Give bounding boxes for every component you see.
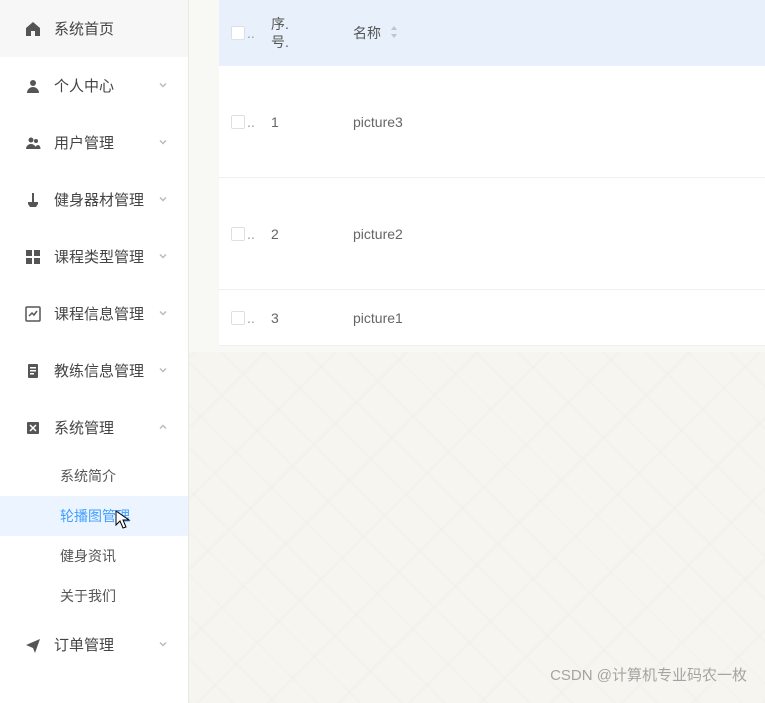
col-header-name[interactable]: 名称 bbox=[319, 23, 765, 43]
sidebar-item-label: 健身器材管理 bbox=[54, 189, 158, 210]
sidebar-item-equipment[interactable]: 健身器材管理 bbox=[0, 171, 188, 228]
submenu-item-carousel[interactable]: 轮播图管理 bbox=[0, 496, 188, 536]
col-header-seq[interactable]: 序. 号. bbox=[271, 15, 319, 51]
row-seq: 3 bbox=[271, 310, 319, 326]
sidebar-item-label: 系统管理 bbox=[54, 417, 158, 438]
chevron-down-icon bbox=[158, 251, 170, 263]
row-seq: 2 bbox=[271, 226, 319, 242]
sidebar-item-course-type[interactable]: 课程类型管理 bbox=[0, 228, 188, 285]
chevron-down-icon bbox=[158, 137, 170, 149]
submenu-item-news[interactable]: 健身资讯 bbox=[0, 536, 188, 576]
chevron-down-icon bbox=[158, 194, 170, 206]
sidebar-item-label: 订单管理 bbox=[54, 634, 158, 655]
main-content: .. 序. 号. 名称 .. 1 picture3 bbox=[189, 0, 765, 703]
row-name: picture1 bbox=[319, 310, 765, 326]
submenu-item-about[interactable]: 关于我们 bbox=[0, 576, 188, 616]
chevron-down-icon bbox=[158, 639, 170, 651]
grid-icon bbox=[24, 248, 42, 266]
table-header: .. 序. 号. 名称 bbox=[219, 0, 765, 66]
home-icon bbox=[24, 20, 42, 38]
person-icon bbox=[24, 77, 42, 95]
sidebar-item-label: 用户管理 bbox=[54, 132, 158, 153]
submenu-item-intro[interactable]: 系统简介 bbox=[0, 456, 188, 496]
sort-icon[interactable] bbox=[389, 26, 399, 38]
row-checkbox[interactable] bbox=[231, 227, 245, 241]
chevron-up-icon bbox=[158, 422, 170, 434]
table-row: .. 1 picture3 bbox=[219, 66, 765, 178]
background-texture bbox=[189, 352, 765, 703]
sidebar-item-orders[interactable]: 订单管理 bbox=[0, 616, 188, 673]
sidebar-item-course-info[interactable]: 课程信息管理 bbox=[0, 285, 188, 342]
sidebar-item-label: 教练信息管理 bbox=[54, 360, 158, 381]
sidebar-item-home[interactable]: 系统首页 bbox=[0, 0, 188, 57]
row-seq: 1 bbox=[271, 114, 319, 130]
sidebar-item-label: 课程信息管理 bbox=[54, 303, 158, 324]
sidebar-item-system[interactable]: 系统管理 bbox=[0, 399, 188, 456]
equipment-icon bbox=[24, 191, 42, 209]
table-row: .. 2 picture2 bbox=[219, 178, 765, 290]
checkbox-all[interactable] bbox=[231, 26, 245, 40]
sidebar-item-label: 个人中心 bbox=[54, 75, 158, 96]
sidebar-item-users[interactable]: 用户管理 bbox=[0, 114, 188, 171]
chart-icon bbox=[24, 305, 42, 323]
users-icon bbox=[24, 134, 42, 152]
sidebar-item-label: 课程类型管理 bbox=[54, 246, 158, 267]
row-name: picture3 bbox=[319, 114, 765, 130]
row-name: picture2 bbox=[319, 226, 765, 242]
chevron-down-icon bbox=[158, 365, 170, 377]
chevron-down-icon bbox=[158, 308, 170, 320]
submenu-system: 系统简介 轮播图管理 健身资讯 关于我们 bbox=[0, 456, 188, 616]
plane-icon bbox=[24, 636, 42, 654]
table-row: .. 3 picture1 bbox=[219, 290, 765, 346]
row-checkbox[interactable] bbox=[231, 311, 245, 325]
chevron-down-icon bbox=[158, 80, 170, 92]
sidebar-item-label: 系统首页 bbox=[54, 18, 170, 39]
doc-icon bbox=[24, 362, 42, 380]
sidebar: 系统首页 个人中心 用户管理 健身器材管理 bbox=[0, 0, 189, 703]
row-checkbox[interactable] bbox=[231, 115, 245, 129]
system-icon bbox=[24, 419, 42, 437]
sidebar-item-coach[interactable]: 教练信息管理 bbox=[0, 342, 188, 399]
sidebar-item-profile[interactable]: 个人中心 bbox=[0, 57, 188, 114]
